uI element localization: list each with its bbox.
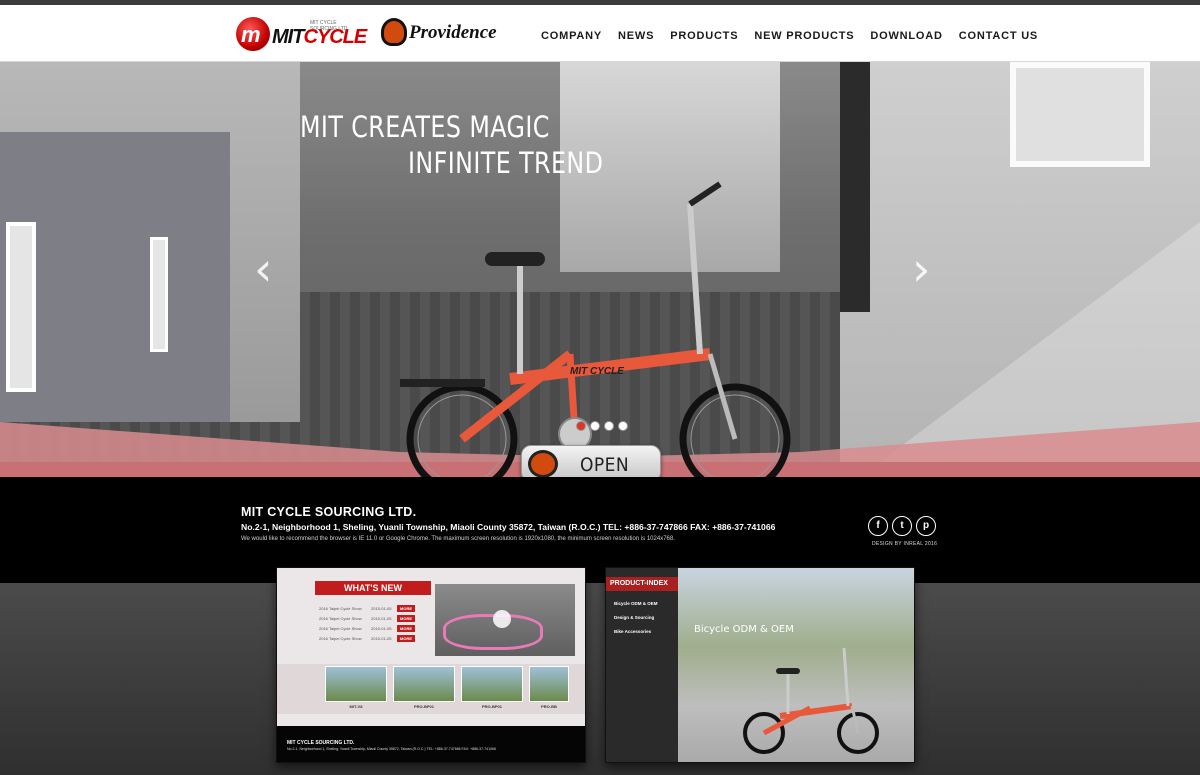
list-item: 2016 Taipei Cycle Show 2015-01-05 MORE	[315, 614, 419, 623]
news-date: 2015-01-05	[371, 636, 392, 641]
news-title: 2016 Taipei Cycle Show	[319, 616, 362, 621]
news-title: 2016 Taipei Cycle Show	[319, 606, 362, 611]
news-more-button[interactable]: MORE	[397, 635, 415, 642]
mit-cycle-logo[interactable]: m MITCYCLE MIT CYCLE SOURCING LTD.	[236, 17, 367, 51]
hero-bg-left-window	[6, 222, 36, 392]
footer-company-name: MIT CYCLE SOURCING LTD.	[241, 505, 417, 519]
site-footer: MIT CYCLE SOURCING LTD. No.2-1, Neighbor…	[0, 477, 1200, 583]
nav-news[interactable]: NEWS	[618, 30, 654, 42]
list-item: 2016 Taipei Cycle Show 2015-01-05 MORE	[315, 624, 419, 633]
news-video[interactable]	[435, 584, 575, 656]
footer-address: No.2-1, Neighborhood 1, Sheling, Yuanli …	[241, 522, 776, 532]
play-icon[interactable]	[493, 610, 511, 628]
product-thumbnail-label: MIT-V8	[349, 704, 363, 709]
product-bike-image	[743, 647, 879, 754]
design-credit: DESIGN BY INREAL 2016	[872, 541, 938, 547]
slider-next-arrow[interactable]: ›	[912, 242, 930, 296]
preview-whats-new-page: WHAT'S NEW 2016 Taipei Cycle Show 2015-0…	[276, 567, 586, 763]
product-index-photo: Bicycle ODM & OEM	[678, 568, 914, 762]
news-more-button[interactable]: MORE	[397, 615, 415, 622]
providence-logo[interactable]: Providence	[381, 18, 521, 48]
product-thumbnail[interactable]	[325, 666, 387, 702]
news-more-button[interactable]: MORE	[397, 605, 415, 612]
product-thumbnail-label: PRO-BB	[541, 704, 557, 709]
product-thumbnail-strip: MIT-V8 PRO-BP01 PRO-BP01 PRO-BB	[277, 664, 585, 714]
news-title: 2016 Taipei Cycle Show	[319, 636, 362, 641]
showcase-background	[0, 583, 1200, 775]
product-index-item[interactable]: Bicycle ODM & OEM	[614, 601, 658, 606]
product-thumbnail-label: PRO-BP01	[413, 704, 434, 709]
news-title: 2016 Taipei Cycle Show	[319, 626, 362, 631]
pinterest-icon[interactable]: p	[916, 516, 936, 536]
list-item: 2016 Taipei Cycle Show 2015-01-05 MORE	[315, 634, 419, 643]
preview-footer-company: MIT CYCLE SOURCING LTD.	[287, 740, 355, 746]
product-thumbnail[interactable]	[461, 666, 523, 702]
site-header: m MITCYCLE MIT CYCLE SOURCING LTD. Provi…	[0, 5, 1200, 62]
news-date: 2015-01-05	[371, 626, 392, 631]
slider-dot-2[interactable]	[590, 421, 600, 431]
nav-products[interactable]: PRODUCTS	[670, 30, 738, 42]
nav-contact-us[interactable]: CONTACT US	[959, 30, 1038, 42]
social-links: f t p	[868, 516, 936, 536]
product-index-title: PRODUCT-INDEX	[606, 577, 678, 591]
slider-dots	[576, 421, 628, 431]
slider-dot-1[interactable]	[576, 421, 586, 431]
whats-new-title: WHAT'S NEW	[315, 581, 431, 595]
news-list: 2016 Taipei Cycle Show 2015-01-05 MORE 2…	[315, 604, 419, 644]
providence-logo-text: Providence	[409, 22, 497, 43]
svg-text:MIT CYCLE: MIT CYCLE	[570, 366, 624, 377]
mit-logo-word1: MIT	[272, 26, 304, 48]
preview-product-index-page: PRODUCT-INDEX Bicycle ODM & OEM Design &…	[605, 567, 915, 763]
providence-logo-mark	[381, 18, 407, 46]
mit-logo-small-text: MIT CYCLE SOURCING LTD.	[310, 20, 349, 32]
hero-bg-right-window	[1010, 62, 1150, 167]
product-index-item[interactable]: Design & Sourcing	[614, 615, 654, 620]
slider-dot-3[interactable]	[604, 421, 614, 431]
news-date: 2015-01-05	[371, 616, 392, 621]
hero-bg-left-window-2	[150, 237, 168, 352]
list-item: 2016 Taipei Cycle Show 2015-01-05 MORE	[315, 604, 419, 613]
preview-footer-address: No.2-1, Neighborhood 1, Sheling, Yuanli …	[287, 747, 496, 751]
news-date: 2015-01-05	[371, 606, 392, 611]
product-thumbnail[interactable]	[529, 666, 569, 702]
providence-icon	[528, 450, 558, 478]
slider-prev-arrow[interactable]: ‹	[254, 242, 272, 296]
preview-footer: MIT CYCLE SOURCING LTD. No.2-1, Neighbor…	[277, 726, 585, 762]
product-index-menu: PRODUCT-INDEX Bicycle ODM & OEM Design &…	[606, 568, 678, 762]
nav-company[interactable]: COMPANY	[541, 30, 602, 42]
news-more-button[interactable]: MORE	[397, 625, 415, 632]
mit-logo-ball: m	[236, 17, 270, 51]
product-thumbnail[interactable]	[393, 666, 455, 702]
nav-new-products[interactable]: NEW PRODUCTS	[754, 30, 854, 42]
nav-download[interactable]: DOWNLOAD	[870, 30, 942, 42]
footer-browser-note: We would like to recommend the browser i…	[241, 536, 675, 542]
twitter-icon[interactable]: t	[892, 516, 912, 536]
product-index-item[interactable]: Bike Accessories	[614, 629, 651, 634]
slider-dot-4[interactable]	[618, 421, 628, 431]
main-nav: COMPANY NEWS PRODUCTS NEW PRODUCTS DOWNL…	[541, 30, 1054, 42]
mit-logo-mark: m	[241, 22, 261, 47]
hero-slider: MIT CREATES MAGIC INFINITE TREND MIT CYC…	[0, 62, 1200, 477]
facebook-icon[interactable]: f	[868, 516, 888, 536]
product-index-caption: Bicycle ODM & OEM	[694, 624, 794, 635]
product-thumbnail-label: PRO-BP01	[481, 704, 502, 709]
open-button-label: OPEN	[580, 454, 630, 476]
